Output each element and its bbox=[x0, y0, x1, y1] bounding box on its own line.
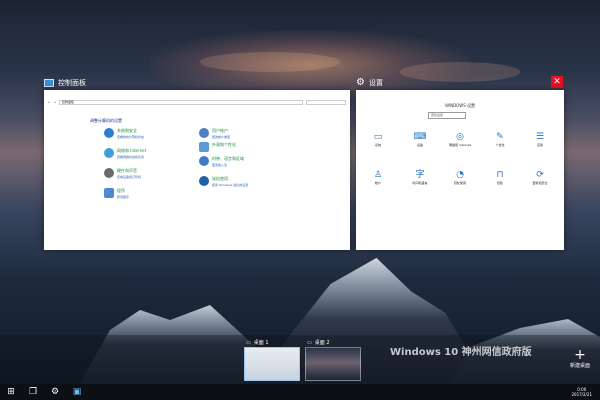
settings-item-privacy[interactable]: ⊓ 隐私 bbox=[480, 170, 520, 185]
edition-brand: Windows 10 神州网信政府版 bbox=[390, 347, 532, 358]
settings-item-devices[interactable]: ⌨ 设备 bbox=[400, 132, 440, 147]
window-title: 设置 bbox=[368, 79, 383, 87]
globe-icon bbox=[104, 148, 114, 158]
desktop-label-1[interactable]: ▭ 桌面 1 bbox=[246, 339, 269, 347]
item-title: 时钟、语言和区域 bbox=[212, 156, 244, 161]
person-icon: ♙ bbox=[373, 170, 383, 180]
cp-item-appearance[interactable]: 外观和个性化 bbox=[199, 142, 236, 152]
clock-icon bbox=[199, 156, 209, 166]
control-panel-icon bbox=[44, 79, 54, 87]
item-title: 轻松使用 bbox=[212, 176, 228, 181]
back-icon[interactable]: ← bbox=[48, 100, 51, 104]
search-input[interactable]: 查找设置 bbox=[428, 112, 466, 119]
clock[interactable]: 0:00 2017/2/21 bbox=[571, 387, 592, 397]
item-label: 更新和安全 bbox=[532, 181, 548, 185]
apps-icon: ☰ bbox=[535, 132, 545, 142]
settings-item-accounts[interactable]: ♙ 帐户 bbox=[358, 170, 398, 185]
search-input[interactable] bbox=[306, 99, 346, 105]
item-title: 系统和安全 bbox=[117, 128, 137, 133]
new-desktop-button[interactable]: + 新建桌面 bbox=[570, 348, 590, 369]
start-button[interactable]: ⊞ bbox=[0, 384, 22, 400]
date: 2017/2/21 bbox=[571, 392, 592, 397]
cp-item-clock-language[interactable]: 时钟、语言和区域 更改输入法 bbox=[199, 156, 244, 167]
cp-item-user-accounts[interactable]: 用户帐户更改帐户类型 bbox=[199, 128, 230, 139]
gear-icon: ⚙ bbox=[356, 77, 365, 88]
control-panel-taskbar-icon[interactable]: ▣ bbox=[66, 384, 88, 400]
item-label: 应用 bbox=[536, 143, 543, 147]
ease-of-access-icon bbox=[199, 176, 209, 186]
item-sub: 使用 Windows 建议的设置 bbox=[212, 183, 249, 187]
item-title: 程序 bbox=[117, 188, 125, 193]
item-label: 系统 bbox=[374, 143, 381, 147]
task-view-icon[interactable]: ❐ bbox=[22, 384, 44, 400]
settings-item-update-security[interactable]: ⟳ 更新和安全 bbox=[520, 170, 560, 185]
address-text: 控制面板 bbox=[62, 100, 75, 104]
close-button[interactable]: ✕ bbox=[551, 76, 563, 88]
item-label: 帐户 bbox=[374, 181, 381, 185]
cp-item-system-security[interactable]: 系统和安全查看你的计算机状态 bbox=[104, 128, 144, 139]
appearance-icon bbox=[199, 142, 209, 152]
item-title: 用户帐户 bbox=[212, 128, 228, 133]
item-sub: 更改输入法 bbox=[212, 163, 228, 167]
item-label: 隐私 bbox=[496, 181, 503, 185]
settings-titlebar[interactable]: ⚙ 设置 bbox=[356, 76, 383, 90]
page-title: 调整计算机的设置 bbox=[90, 118, 122, 123]
settings-item-apps[interactable]: ☰ 应用 bbox=[520, 132, 560, 147]
taskbar: ⊞ ❐ ⚙ ▣ 0:00 2017/2/21 bbox=[0, 384, 600, 400]
desktop-icon: ▭ bbox=[307, 339, 312, 346]
laptop-icon: ▭ bbox=[373, 132, 383, 142]
cp-item-ease-of-access[interactable]: 轻松使用使用 Windows 建议的设置 bbox=[199, 176, 248, 187]
item-label: 设备 bbox=[416, 143, 423, 147]
users-icon bbox=[199, 128, 209, 138]
cloud bbox=[200, 52, 340, 72]
control-panel-titlebar[interactable]: 控制面板 bbox=[44, 76, 86, 90]
address-field[interactable]: 控制面板 bbox=[59, 99, 303, 105]
gear-icon[interactable]: ⚙ bbox=[44, 384, 66, 400]
new-desktop-label: 新建桌面 bbox=[570, 363, 591, 369]
window-title: 控制面板 bbox=[58, 79, 86, 87]
desktop-name: 桌面 2 bbox=[314, 340, 330, 346]
settings-item-system[interactable]: ▭ 系统 bbox=[358, 132, 398, 147]
cloud bbox=[400, 62, 520, 82]
shield-icon bbox=[104, 128, 114, 138]
desktop-thumbnail-1[interactable] bbox=[244, 347, 300, 381]
plus-icon: + bbox=[574, 347, 586, 363]
desktop-icon: ▭ bbox=[246, 339, 251, 346]
desktop-thumbnail-2[interactable] bbox=[305, 347, 361, 381]
desktop-label-2[interactable]: ▭ 桌面 2 bbox=[307, 339, 330, 347]
item-sub: 更改帐户类型 bbox=[212, 135, 231, 139]
item-sub: 查看你的计算机状态 bbox=[117, 135, 145, 139]
desktop-name: 桌面 1 bbox=[253, 340, 269, 346]
lock-icon: ⊓ bbox=[496, 170, 504, 180]
item-title: 外观和个性化 bbox=[212, 142, 236, 147]
keyboard-icon: ⌨ bbox=[413, 132, 427, 142]
item-sub: 卸载程序 bbox=[117, 195, 130, 199]
sync-icon: ⟳ bbox=[536, 170, 544, 180]
forward-icon[interactable]: → bbox=[54, 100, 57, 104]
